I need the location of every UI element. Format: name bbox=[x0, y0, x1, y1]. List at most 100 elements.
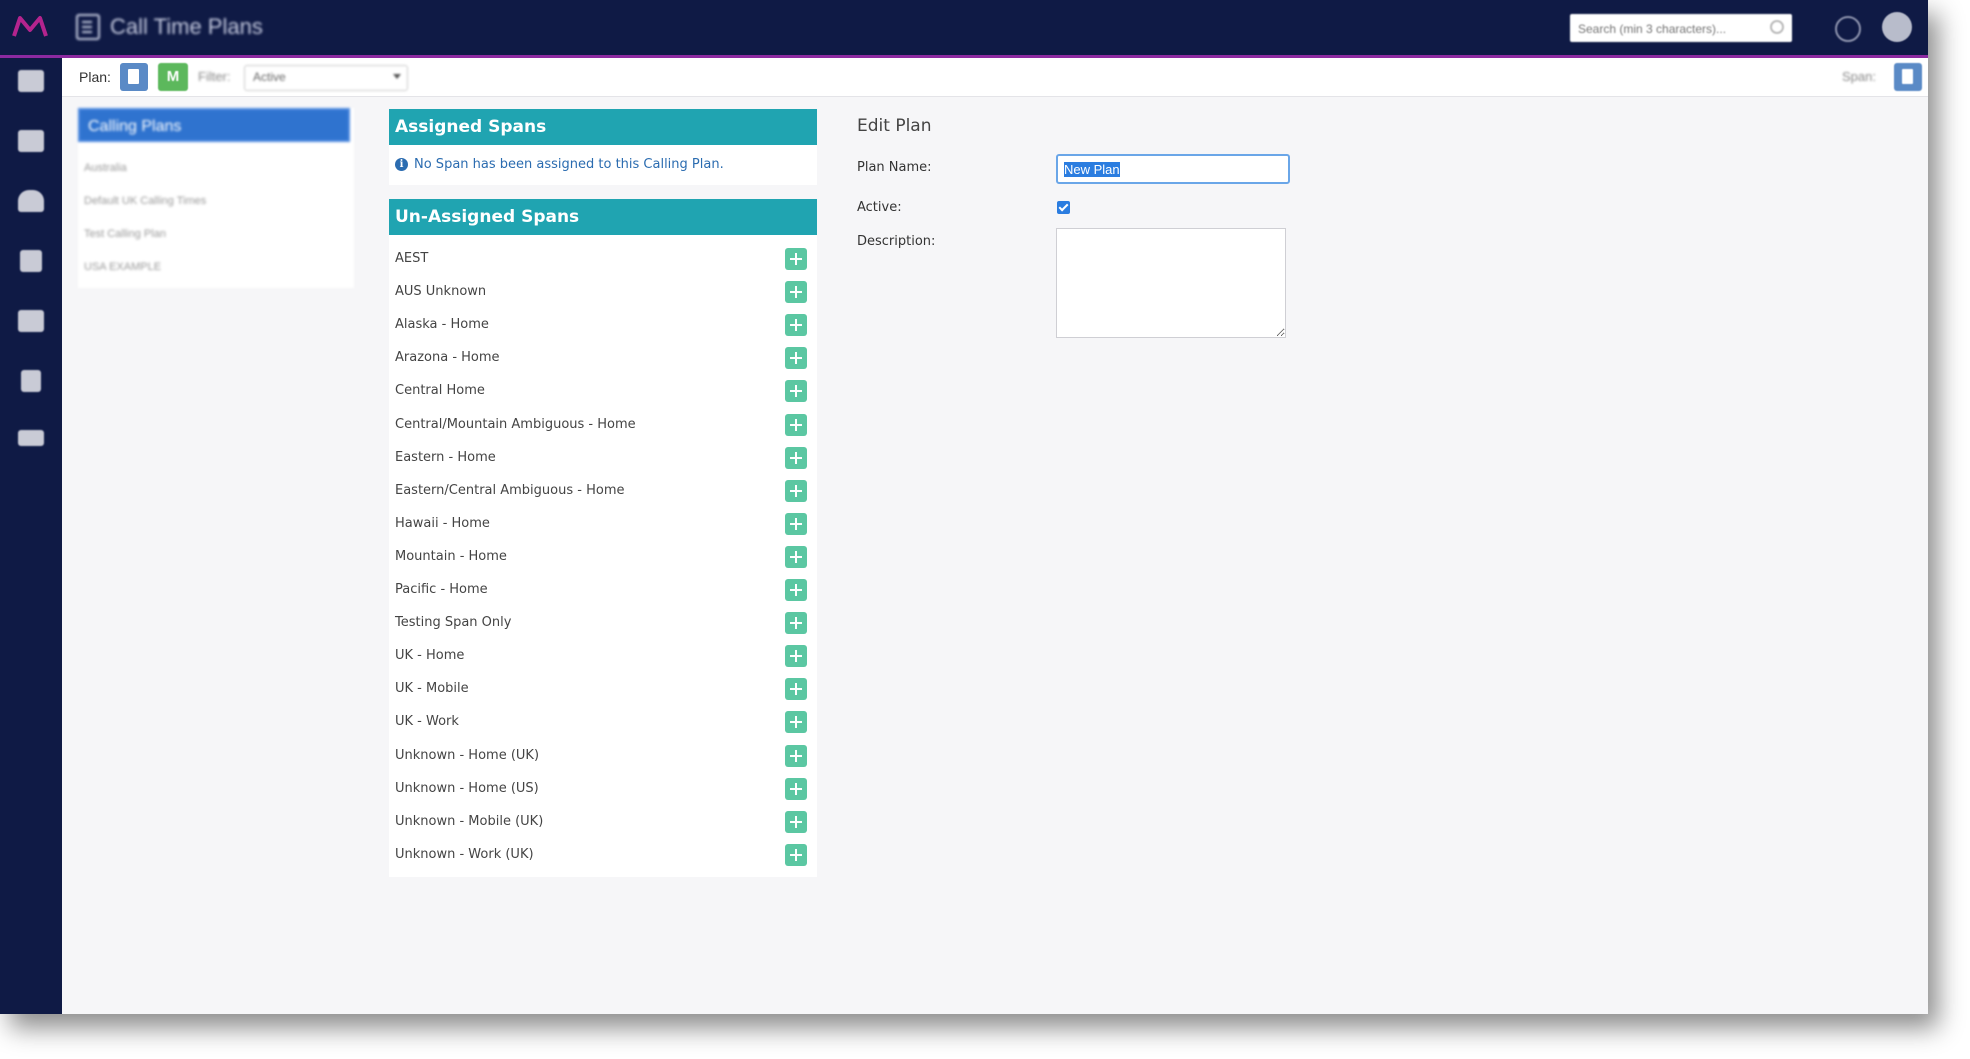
info-icon: i bbox=[395, 158, 408, 171]
filter-label: Filter: bbox=[198, 69, 231, 84]
span-row: Testing Span Only bbox=[389, 606, 817, 639]
active-label: Active: bbox=[857, 200, 902, 215]
span-row: Arazona - Home bbox=[389, 341, 817, 374]
nav-dashboard-icon[interactable] bbox=[18, 70, 44, 92]
add-span-button[interactable] bbox=[785, 579, 807, 601]
filter-select[interactable]: Active bbox=[244, 65, 408, 91]
edit-plan-title: Edit Plan bbox=[857, 116, 932, 136]
new-span-button[interactable] bbox=[1894, 63, 1922, 91]
plan-name-value: New Plan bbox=[1064, 162, 1120, 177]
no-span-message: i No Span has been assigned to this Call… bbox=[395, 157, 724, 172]
help-icon[interactable] bbox=[1835, 16, 1861, 42]
page-title: Call Time Plans bbox=[110, 14, 263, 39]
span-name: UK - Mobile bbox=[395, 681, 469, 697]
search-icon[interactable] bbox=[1770, 20, 1784, 34]
span-row: Central/Mountain Ambiguous - Home bbox=[389, 408, 817, 441]
span-name: AEST bbox=[395, 251, 429, 266]
add-span-button[interactable] bbox=[785, 281, 807, 304]
active-checkbox[interactable] bbox=[1057, 201, 1070, 214]
add-span-button[interactable] bbox=[785, 645, 807, 668]
m-button[interactable]: M bbox=[158, 63, 188, 91]
add-span-button[interactable] bbox=[785, 512, 807, 535]
span-row: Unknown - Home (UK) bbox=[389, 739, 817, 772]
brand-logo-icon[interactable] bbox=[12, 14, 50, 40]
span-name: Mountain - Home bbox=[395, 548, 507, 564]
plan-label: Plan: bbox=[79, 69, 111, 85]
span-row: AUS Unknown bbox=[389, 275, 817, 308]
add-span-button[interactable] bbox=[785, 380, 807, 403]
span-row: Alaska - Home bbox=[389, 308, 817, 341]
span-name: Unknown - Home (US) bbox=[395, 780, 539, 796]
nav-grid-icon[interactable] bbox=[18, 130, 44, 152]
span-name: Hawaii - Home bbox=[395, 515, 490, 531]
top-header: Call Time Plans bbox=[0, 0, 1928, 58]
span-name: Unknown - Home (UK) bbox=[395, 747, 540, 763]
span-row: UK - Mobile bbox=[389, 672, 817, 705]
nav-database-icon[interactable] bbox=[20, 250, 42, 272]
span-name: UK - Work bbox=[395, 714, 459, 730]
add-span-button[interactable] bbox=[785, 744, 807, 767]
add-span-button[interactable] bbox=[785, 545, 807, 568]
span-row: AEST bbox=[389, 242, 817, 275]
nav-document-icon[interactable] bbox=[21, 370, 41, 392]
span-row: Pacific - Home bbox=[389, 573, 817, 606]
user-avatar[interactable] bbox=[1882, 12, 1912, 42]
add-span-button[interactable] bbox=[785, 810, 807, 833]
add-span-button[interactable] bbox=[785, 446, 807, 469]
nav-settings-icon[interactable] bbox=[18, 430, 44, 446]
global-search[interactable] bbox=[1570, 14, 1792, 42]
description-label: Description: bbox=[857, 234, 936, 249]
add-span-button[interactable] bbox=[785, 314, 807, 337]
plan-name-label: Plan Name: bbox=[857, 160, 932, 175]
nav-gauge-icon[interactable] bbox=[18, 190, 44, 212]
info-message-text: No Span has been assigned to this Callin… bbox=[414, 157, 724, 172]
add-span-button[interactable] bbox=[785, 711, 807, 734]
span-row: UK - Home bbox=[389, 639, 817, 672]
filter-selected-value: Active bbox=[253, 70, 286, 84]
add-span-button[interactable] bbox=[785, 248, 807, 270]
calling-plan-item[interactable]: Default UK Calling Times bbox=[84, 195, 206, 207]
span-name: AUS Unknown bbox=[395, 284, 487, 300]
description-textarea[interactable] bbox=[1056, 228, 1286, 338]
calendar-list-icon bbox=[76, 14, 100, 40]
nav-building-icon[interactable] bbox=[18, 310, 44, 332]
span-name: Arazona - Home bbox=[395, 350, 500, 366]
add-span-button[interactable] bbox=[785, 843, 807, 866]
plan-toolbar: Plan: M Filter: Active Span: bbox=[62, 58, 1928, 97]
app-window: Call Time Plans Plan: M Filter: Active S… bbox=[0, 0, 1928, 1014]
span-name: UK - Home bbox=[395, 648, 465, 664]
unassigned-spans-header: Un-Assigned Spans bbox=[389, 199, 817, 235]
new-plan-button[interactable] bbox=[120, 63, 148, 91]
span-row: Unknown - Home (US) bbox=[389, 772, 817, 805]
add-span-button[interactable] bbox=[785, 479, 807, 502]
calling-plan-item[interactable]: Test Calling Plan bbox=[84, 228, 166, 240]
span-name: Central Home bbox=[395, 383, 485, 399]
span-row: Central Home bbox=[389, 374, 817, 407]
add-span-button[interactable] bbox=[785, 777, 807, 800]
span-row: Unknown - Mobile (UK) bbox=[389, 805, 817, 838]
add-span-button[interactable] bbox=[785, 413, 807, 436]
add-span-button[interactable] bbox=[785, 612, 807, 635]
calling-plan-item[interactable]: USA EXAMPLE bbox=[84, 261, 161, 273]
span-name: Pacific - Home bbox=[395, 582, 488, 597]
add-span-button[interactable] bbox=[785, 678, 807, 701]
span-name: Central/Mountain Ambiguous - Home bbox=[395, 416, 636, 432]
span-name: Testing Span Only bbox=[395, 615, 512, 631]
add-span-button[interactable] bbox=[785, 347, 807, 370]
calling-plan-item[interactable]: Australia bbox=[84, 162, 127, 174]
calling-plans-panel: Calling Plans Australia Default UK Calli… bbox=[78, 108, 354, 288]
span-row: Eastern - Home bbox=[389, 441, 817, 474]
span-row: UK - Work bbox=[389, 705, 817, 738]
plan-name-input[interactable]: New Plan bbox=[1056, 154, 1290, 184]
page-title-group: Call Time Plans bbox=[76, 12, 263, 42]
unassigned-spans-list: AEST AUS Unknown Alaska - Home Arazona - Ho… bbox=[389, 235, 817, 877]
span-row: Mountain - Home bbox=[389, 540, 817, 573]
span-name: Eastern/Central Ambiguous - Home bbox=[395, 482, 625, 498]
span-row: Hawaii - Home bbox=[389, 507, 817, 540]
calling-plans-header: Calling Plans bbox=[78, 108, 350, 142]
chevron-down-icon bbox=[393, 74, 401, 79]
search-input[interactable] bbox=[1576, 18, 1770, 40]
span-name: Unknown - Mobile (UK) bbox=[395, 813, 544, 829]
left-nav bbox=[0, 58, 62, 1014]
span-label: Span: bbox=[1842, 69, 1876, 84]
